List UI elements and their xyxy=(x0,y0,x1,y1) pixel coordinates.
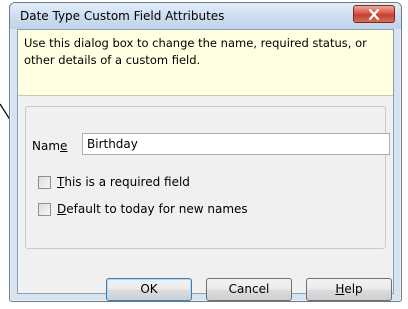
help-button[interactable]: Help xyxy=(306,278,392,301)
dialog-title: Date Type Custom Field Attributes xyxy=(20,9,225,23)
required-field-label[interactable]: This is a required field xyxy=(57,175,190,189)
name-input[interactable] xyxy=(82,133,390,155)
close-button[interactable] xyxy=(353,5,395,23)
cancel-button[interactable]: Cancel xyxy=(206,278,292,301)
attributes-group: Name This is a required field Default to… xyxy=(25,106,390,249)
info-panel: Use this dialog box to change the name, … xyxy=(18,30,393,96)
dialog-body: Use this dialog box to change the name, … xyxy=(17,29,394,301)
required-field-checkbox[interactable] xyxy=(38,176,51,189)
name-label: Name xyxy=(32,139,68,153)
ok-button[interactable]: OK xyxy=(106,278,192,301)
close-icon xyxy=(368,8,380,21)
dialog-window: Date Type Custom Field Attributes Use th… xyxy=(9,2,402,302)
default-today-checkbox[interactable] xyxy=(38,203,51,216)
default-today-label[interactable]: Default to today for new names xyxy=(57,202,248,216)
title-bar: Date Type Custom Field Attributes xyxy=(10,3,401,29)
